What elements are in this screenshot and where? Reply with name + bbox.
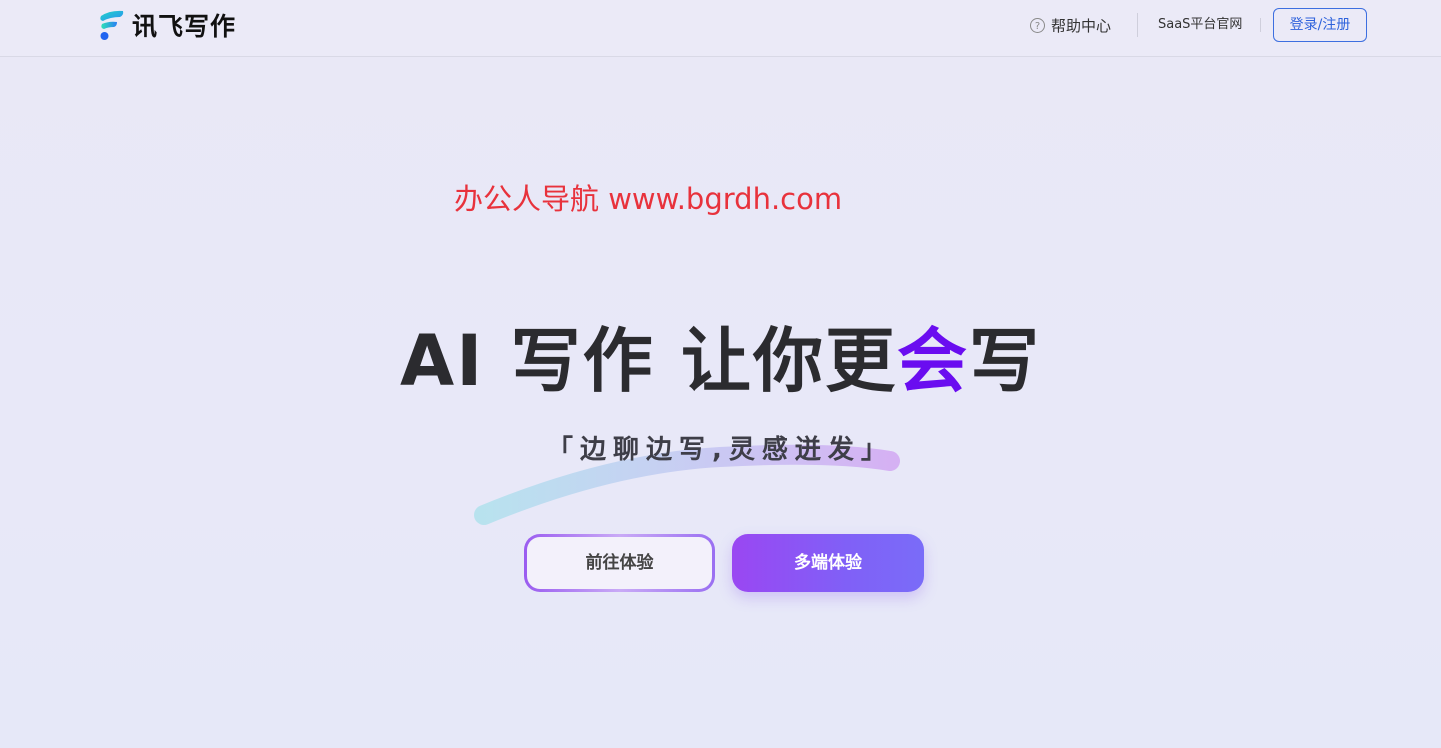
logo[interactable]: 讯飞写作	[98, 7, 236, 43]
help-center-label: 帮助中心	[1051, 16, 1112, 35]
hero-subtitle: 「边聊边写,灵感迸发」	[547, 435, 894, 465]
question-circle-icon: ?	[1030, 17, 1045, 33]
top-header: 讯飞写作 ? 帮助中心 SaaS平台官网 登录/注册	[0, 0, 1441, 57]
hero-title-main: AI 写作 让你更	[400, 320, 897, 402]
header-divider	[1137, 13, 1138, 37]
hero-title-accent: 会	[896, 320, 969, 402]
hero-title: AI 写作 让你更会写	[0, 318, 1441, 404]
logo-text: 讯飞写作	[132, 12, 237, 41]
saas-platform-link[interactable]: SaaS平台官网	[1158, 15, 1242, 35]
header-divider-small	[1260, 18, 1261, 32]
logo-icon	[100, 10, 124, 40]
login-register-button[interactable]: 登录/注册	[1273, 8, 1367, 42]
hero-title-end: 写	[968, 320, 1041, 402]
watermark-text: 办公人导航 www.bgrdh.com	[454, 182, 843, 216]
multi-platform-button[interactable]: 多端体验	[732, 534, 924, 592]
try-now-button[interactable]: 前往体验	[524, 534, 715, 592]
help-center-link[interactable]: ? 帮助中心	[1030, 14, 1111, 36]
